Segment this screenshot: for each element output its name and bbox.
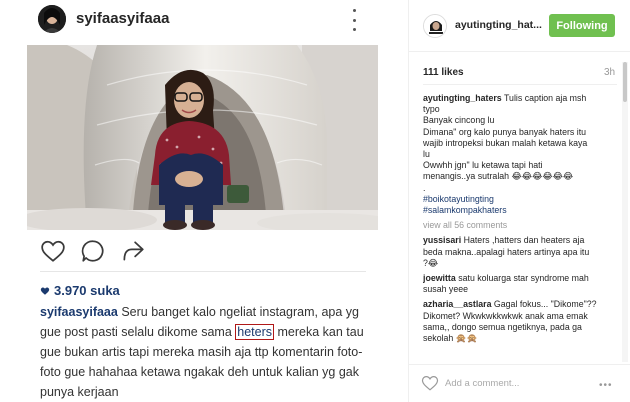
caption-line: lu: [423, 149, 430, 160]
add-comment-input[interactable]: [445, 375, 585, 391]
like-heart-icon[interactable]: [40, 238, 68, 266]
caption-line: typo: [423, 104, 440, 115]
likes-count[interactable]: 3.970 suka: [40, 283, 120, 298]
avatar[interactable]: [423, 14, 447, 38]
comment-line: Haters ,hatters dan heaters aja: [463, 235, 585, 246]
panel-username[interactable]: ayutingting_hat...: [455, 19, 542, 31]
comment-item: joewitta satu koluarga star syndrome mah…: [423, 273, 619, 295]
profile-photo: [38, 5, 66, 33]
divider: [423, 84, 617, 85]
caption-line: Tulis caption aja msh: [504, 93, 587, 103]
panel-header: ayutingting_hat... Following: [409, 0, 630, 52]
profile-photo: [424, 15, 446, 37]
view-all-comments-link[interactable]: view all 56 comments: [423, 220, 619, 231]
comment-bar: •••: [409, 364, 630, 402]
comment-username[interactable]: azharia__astlara: [423, 299, 491, 309]
comment-line: Dikomet? Wkwkwkkwkwk anak ama emak: [423, 310, 588, 321]
comment-username[interactable]: joewitta: [423, 273, 456, 283]
comments-section: ayutingting_haters Tulis caption aja msh…: [423, 93, 619, 355]
likes-text: 3.970 suka: [54, 283, 120, 298]
comment-username[interactable]: yussisari: [423, 235, 461, 245]
post-username[interactable]: syifaasyifaaa: [76, 10, 169, 27]
comment-line: Gagal fokus... "Dikome"??: [493, 299, 597, 310]
hashtag-link[interactable]: #salamkompakhaters: [423, 205, 619, 216]
post-photo: [27, 45, 378, 230]
comment-line: sekolah 🙊🙊: [423, 333, 478, 344]
caption-line: .: [423, 182, 426, 193]
likes-count[interactable]: 111 likes: [423, 67, 464, 78]
caption-highlight-word: heters: [235, 324, 275, 340]
caption-line: Dimana" org kalo punya banyak haters itu: [423, 126, 587, 137]
desktop-post-panel: ayutingting_hat... Following 111 likes 3…: [408, 0, 630, 402]
small-heart-icon: [40, 287, 50, 295]
scrollbar-thumb[interactable]: [623, 62, 627, 102]
comment-line: sama,, dongo semua ngetiknya, pada ga: [423, 321, 582, 332]
caption-username[interactable]: syifaasyifaaa: [40, 305, 118, 319]
post-caption: syifaasyifaaa Seru banget kalo ngeliat i…: [40, 302, 372, 402]
comments-scrollbar[interactable]: [622, 62, 628, 362]
comment-line: satu koluarga star syndrome mah: [458, 273, 589, 284]
following-button[interactable]: Following: [549, 14, 615, 37]
post-actions: [40, 238, 160, 266]
comment-line: susah yeee: [423, 284, 468, 295]
comment-item: yussisari Haters ,hatters dan heaters aj…: [423, 235, 619, 269]
comment-item: azharia__astlara Gagal fokus... "Dikome"…: [423, 299, 619, 344]
caption-username[interactable]: ayutingting_haters: [423, 93, 502, 103]
hashtag-link[interactable]: #boikotayutingting: [423, 194, 619, 205]
avatar[interactable]: [38, 5, 66, 33]
caption-line: wajib intropeksi bukan malah ketawa kaya: [423, 137, 588, 148]
divider: [40, 271, 366, 272]
comment-line: beda makna..apalagi haters artinya apa i…: [423, 246, 590, 257]
share-arrow-icon[interactable]: [120, 238, 148, 266]
post-timestamp: 3h: [604, 67, 616, 78]
more-options-icon[interactable]: [348, 9, 360, 31]
like-heart-icon[interactable]: [421, 374, 439, 392]
mobile-post: syifaasyifaaa 3.970 suka syifaasyifaaa S…: [0, 0, 400, 402]
caption-comment: ayutingting_haters Tulis caption aja msh…: [423, 93, 619, 216]
caption-line: Owwhh jgn" lu ketawa tapi hati: [423, 160, 543, 171]
caption-line: menangis..ya sutralah 😂😂😂😂😂😂: [423, 171, 574, 182]
comment-bubble-icon[interactable]: [80, 238, 108, 266]
post-header: syifaasyifaaa: [0, 0, 400, 44]
comment-line: ?😂: [423, 257, 439, 268]
caption-line: Banyak cincong lu: [423, 115, 495, 126]
more-options-icon[interactable]: •••: [599, 380, 613, 391]
